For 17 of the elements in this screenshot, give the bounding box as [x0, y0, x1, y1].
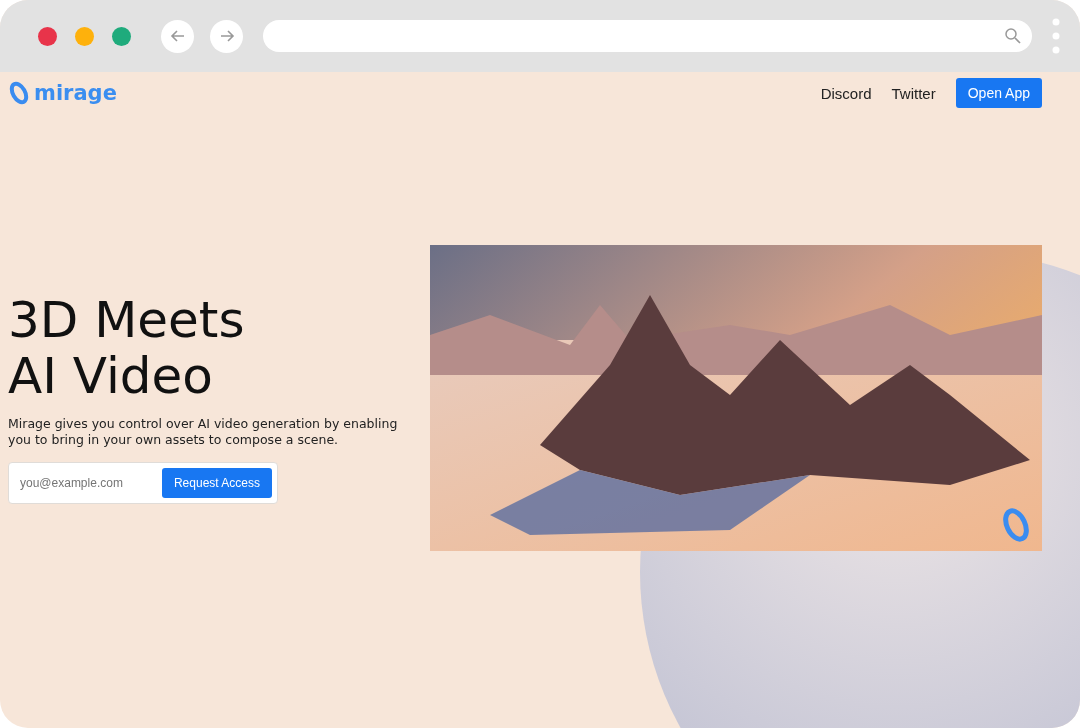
forward-button[interactable] [210, 19, 243, 53]
nav-link[interactable]: Discord [820, 84, 872, 102]
brand-name: mirage [34, 81, 117, 105]
minimize-window-dot[interactable] [75, 26, 94, 46]
hero-description: Mirage gives you control over AI video generation by enabling you to bring in your own assets to compose a scene. [8, 416, 399, 448]
search-icon [1004, 27, 1022, 45]
more-menu-icon[interactable] [1052, 18, 1060, 54]
maximize-window-dot[interactable] [112, 26, 131, 46]
request-access-button[interactable]: Request Access [161, 468, 272, 498]
hero-heading-line: 3D Meets [8, 292, 245, 348]
back-button[interactable] [161, 19, 194, 53]
ring-logo-icon [8, 80, 30, 106]
open-app-button[interactable]: Open App [955, 78, 1042, 108]
email-input-field[interactable]: you@example.com Request Access [8, 462, 278, 504]
close-window-dot[interactable] [38, 26, 57, 46]
nav-link[interactable]: Twitter [891, 84, 936, 102]
hero-heading-line: AI Video [8, 348, 213, 404]
